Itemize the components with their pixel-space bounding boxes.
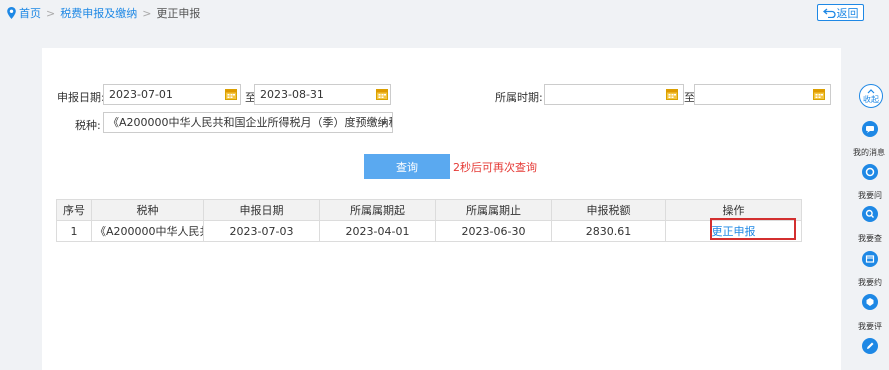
cell-report-date: 2023-07-03: [203, 220, 320, 242]
breadcrumb-separator: >: [142, 6, 152, 20]
sidebar-item-query[interactable]: 我要查: [858, 233, 882, 244]
results-table: 序号 税种 申报日期 所属属期起 所属属期止 申报税额 操作 1 《A20000…: [56, 199, 802, 242]
message-icon[interactable]: [862, 121, 878, 137]
tax-type-select[interactable]: 《A200000中华人民共和国企业所得税月（季）度预缴纳税申报: [103, 112, 393, 133]
cell-action: 更正申报: [665, 220, 802, 242]
collapse-button[interactable]: 收起: [859, 84, 883, 108]
period-to-input[interactable]: [694, 84, 831, 105]
sidebar-item-ask[interactable]: 我要问: [858, 190, 882, 201]
column-header: 序号: [56, 199, 92, 221]
edit-icon[interactable]: [862, 338, 878, 354]
question-icon[interactable]: [862, 164, 878, 180]
calendar-icon[interactable]: [813, 88, 825, 100]
query-button[interactable]: 查询: [364, 154, 450, 179]
cell-period-end: 2023-06-30: [435, 220, 552, 242]
column-header: 税种: [91, 199, 204, 221]
breadcrumb: 首页 > 税费申报及缴纳 > 更正申报: [6, 5, 200, 21]
cell-period-start: 2023-04-01: [319, 220, 436, 242]
column-header: 所属属期止: [435, 199, 552, 221]
retry-countdown-text: 2秒后可再次查询: [453, 161, 537, 174]
calendar-icon[interactable]: [225, 88, 237, 100]
sidebar-item-evaluate[interactable]: 我要评: [858, 321, 882, 332]
report-date-from-input[interactable]: 2023-07-01: [103, 84, 241, 105]
breadcrumb-separator: >: [46, 6, 56, 20]
cell-tax-amount: 2830.61: [551, 220, 666, 242]
back-button[interactable]: 返回: [817, 4, 864, 21]
column-header: 所属属期起: [319, 199, 436, 221]
calendar-icon[interactable]: [666, 88, 678, 100]
chevron-down-icon[interactable]: [381, 121, 387, 125]
column-header: 申报日期: [203, 199, 320, 221]
tax-type-label: 税种:: [75, 119, 101, 132]
period-from-input[interactable]: [544, 84, 684, 105]
calendar-icon[interactable]: [376, 88, 388, 100]
sidebar-item-appointment[interactable]: 我要约: [858, 277, 882, 288]
appointment-icon[interactable]: [862, 251, 878, 267]
cell-index: 1: [56, 220, 92, 242]
breadcrumb-current: 更正申报: [156, 7, 201, 20]
evaluate-icon[interactable]: [862, 294, 878, 310]
breadcrumb-tax-filing[interactable]: 税费申报及缴纳: [60, 5, 137, 21]
table-row: 1 《A200000中华人民共... 2023-07-03 2023-04-01…: [56, 220, 802, 242]
return-arrow-icon: [822, 8, 836, 18]
table-header-row: 序号 税种 申报日期 所属属期起 所属属期止 申报税额 操作: [56, 199, 802, 221]
clear-selection-icon[interactable]: ×: [369, 116, 377, 127]
sidebar-item-messages[interactable]: 我的消息: [853, 147, 885, 158]
chevron-up-icon: [867, 89, 875, 94]
report-date-label: 申报日期:: [57, 91, 105, 104]
report-date-to-input[interactable]: 2023-08-31: [254, 84, 391, 105]
top-bar: 首页 > 税费申报及缴纳 > 更正申报 返回: [0, 0, 889, 24]
location-pin-icon: [7, 7, 16, 19]
breadcrumb-home[interactable]: 首页: [19, 5, 41, 21]
period-label: 所属时期:: [495, 91, 543, 104]
cell-tax-type: 《A200000中华人民共...: [91, 220, 204, 242]
column-header: 申报税额: [551, 199, 666, 221]
back-button-label: 返回: [836, 6, 859, 20]
column-header: 操作: [665, 199, 802, 221]
search-icon[interactable]: [862, 206, 878, 222]
correct-filing-link[interactable]: 更正申报: [712, 225, 756, 238]
collapse-label: 收起: [863, 95, 879, 104]
